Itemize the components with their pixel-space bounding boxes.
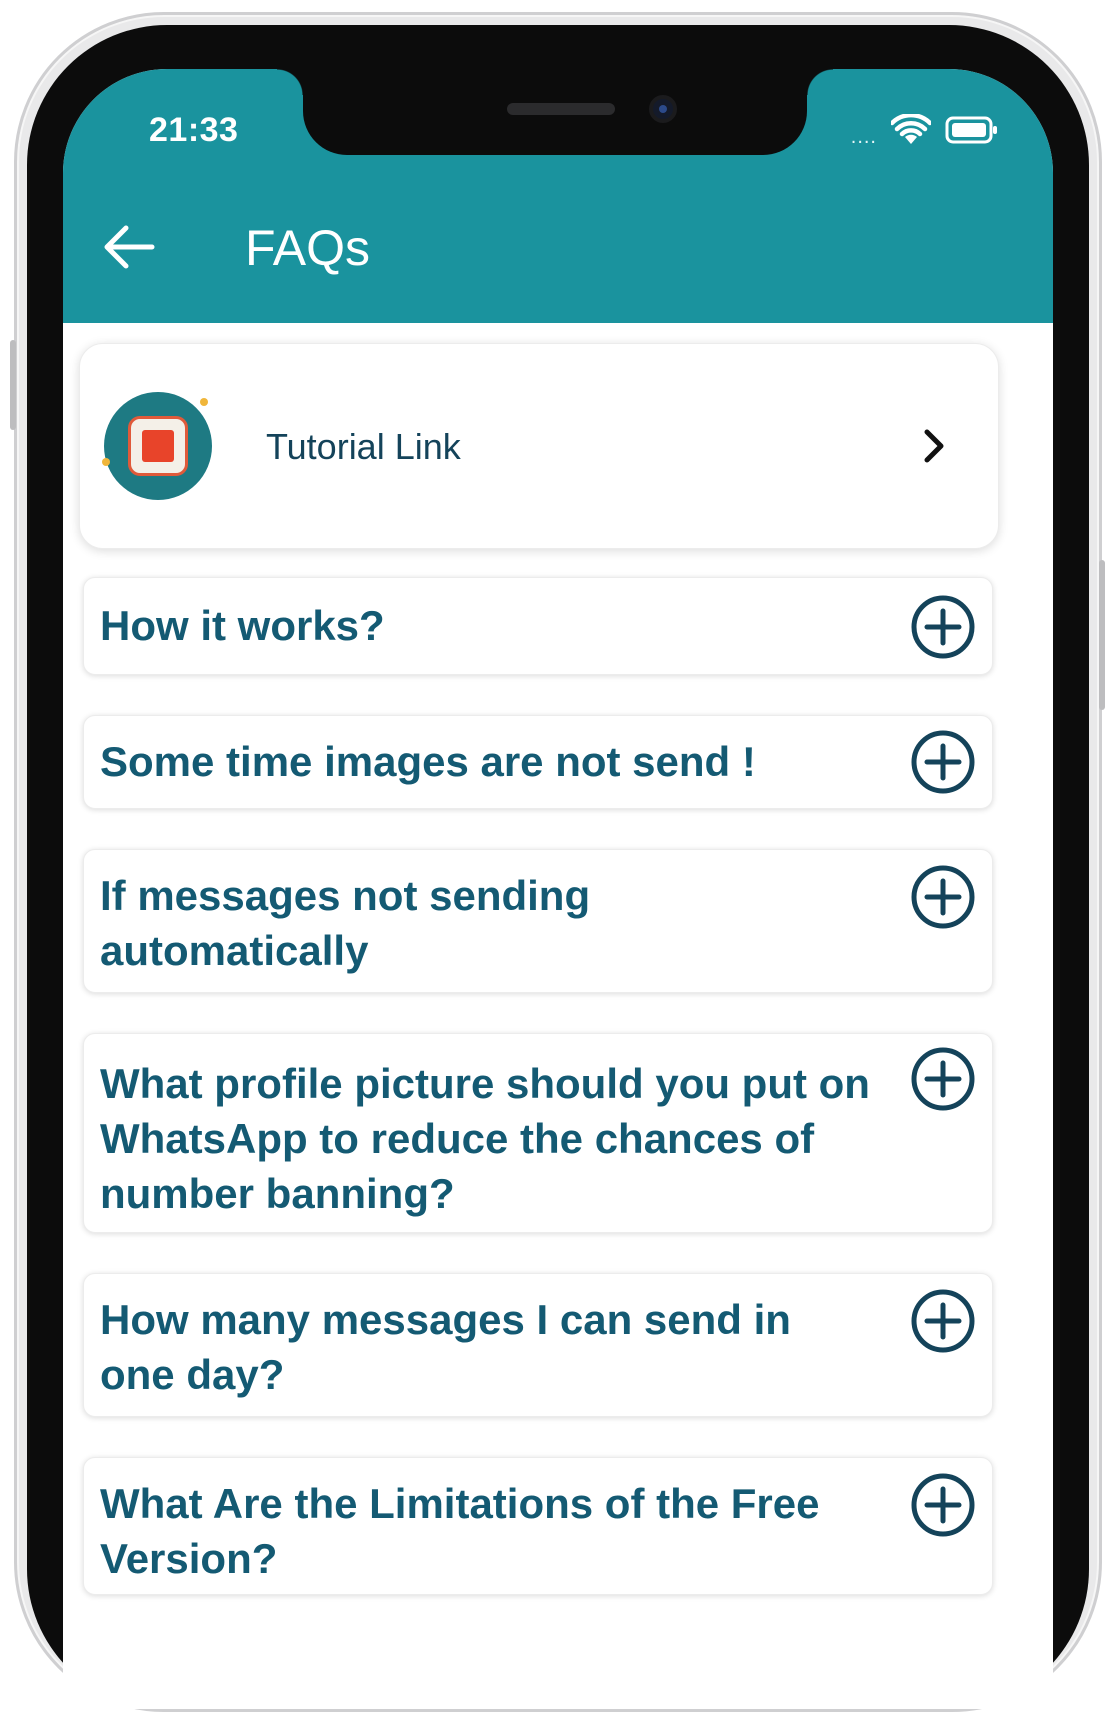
phone-power-button — [1099, 560, 1105, 710]
speaker-grille — [507, 103, 615, 115]
faq-question: If messages not sending automatically — [100, 872, 591, 974]
expand-plus-icon[interactable] — [910, 864, 976, 930]
app-screen: 21:33 .... FAQs Tutorial Link How it wor… — [63, 69, 1053, 1709]
faq-content: Tutorial Link How it works? Some time im… — [63, 323, 1053, 1709]
wifi-icon — [889, 112, 933, 151]
phone-bezel: 21:33 .... FAQs Tutorial Link How it wor… — [27, 25, 1089, 1709]
front-camera — [649, 95, 677, 123]
back-arrow-icon — [104, 225, 155, 269]
faq-item-images-not-send[interactable]: Some time images are not send ! — [83, 715, 993, 809]
expand-plus-icon[interactable] — [910, 1472, 976, 1538]
status-icons: .... — [850, 112, 999, 151]
expand-plus-icon[interactable] — [910, 1046, 976, 1112]
page-title: FAQs — [245, 220, 371, 276]
phone-notch — [277, 69, 833, 155]
faq-item-how-it-works[interactable]: How it works? — [83, 577, 993, 675]
app-header: 21:33 .... FAQs — [63, 69, 1053, 323]
faq-item-free-version-limits[interactable]: What Are the Limitations of the Free Ver… — [83, 1457, 993, 1595]
faq-question: How it works? — [100, 602, 385, 649]
faq-item-messages-not-sending[interactable]: If messages not sending automatically — [83, 849, 993, 993]
faq-item-profile-picture[interactable]: What profile picture should you put on W… — [83, 1033, 993, 1233]
tutorial-logo-icon — [102, 392, 212, 500]
faq-question: What profile picture should you put on W… — [100, 1060, 870, 1217]
faq-question: How many messages I can send in one day? — [100, 1296, 791, 1398]
faq-question: Some time images are not send ! — [100, 738, 756, 785]
expand-plus-icon[interactable] — [910, 1288, 976, 1354]
phone-side-button — [10, 340, 16, 430]
expand-plus-icon[interactable] — [910, 729, 976, 795]
battery-icon — [945, 116, 999, 149]
tutorial-link-label: Tutorial Link — [266, 426, 461, 467]
chevron-right-icon — [924, 429, 944, 463]
back-button[interactable] — [97, 215, 161, 279]
signal-icon: .... — [850, 125, 877, 148]
faq-question: What Are the Limitations of the Free Ver… — [100, 1480, 820, 1582]
status-time: 21:33 — [149, 111, 239, 149]
tutorial-link-card[interactable]: Tutorial Link — [79, 343, 999, 549]
phone-frame: 21:33 .... FAQs Tutorial Link How it wor… — [14, 12, 1102, 1712]
faq-item-messages-per-day[interactable]: How many messages I can send in one day? — [83, 1273, 993, 1417]
expand-plus-icon[interactable] — [910, 594, 976, 660]
